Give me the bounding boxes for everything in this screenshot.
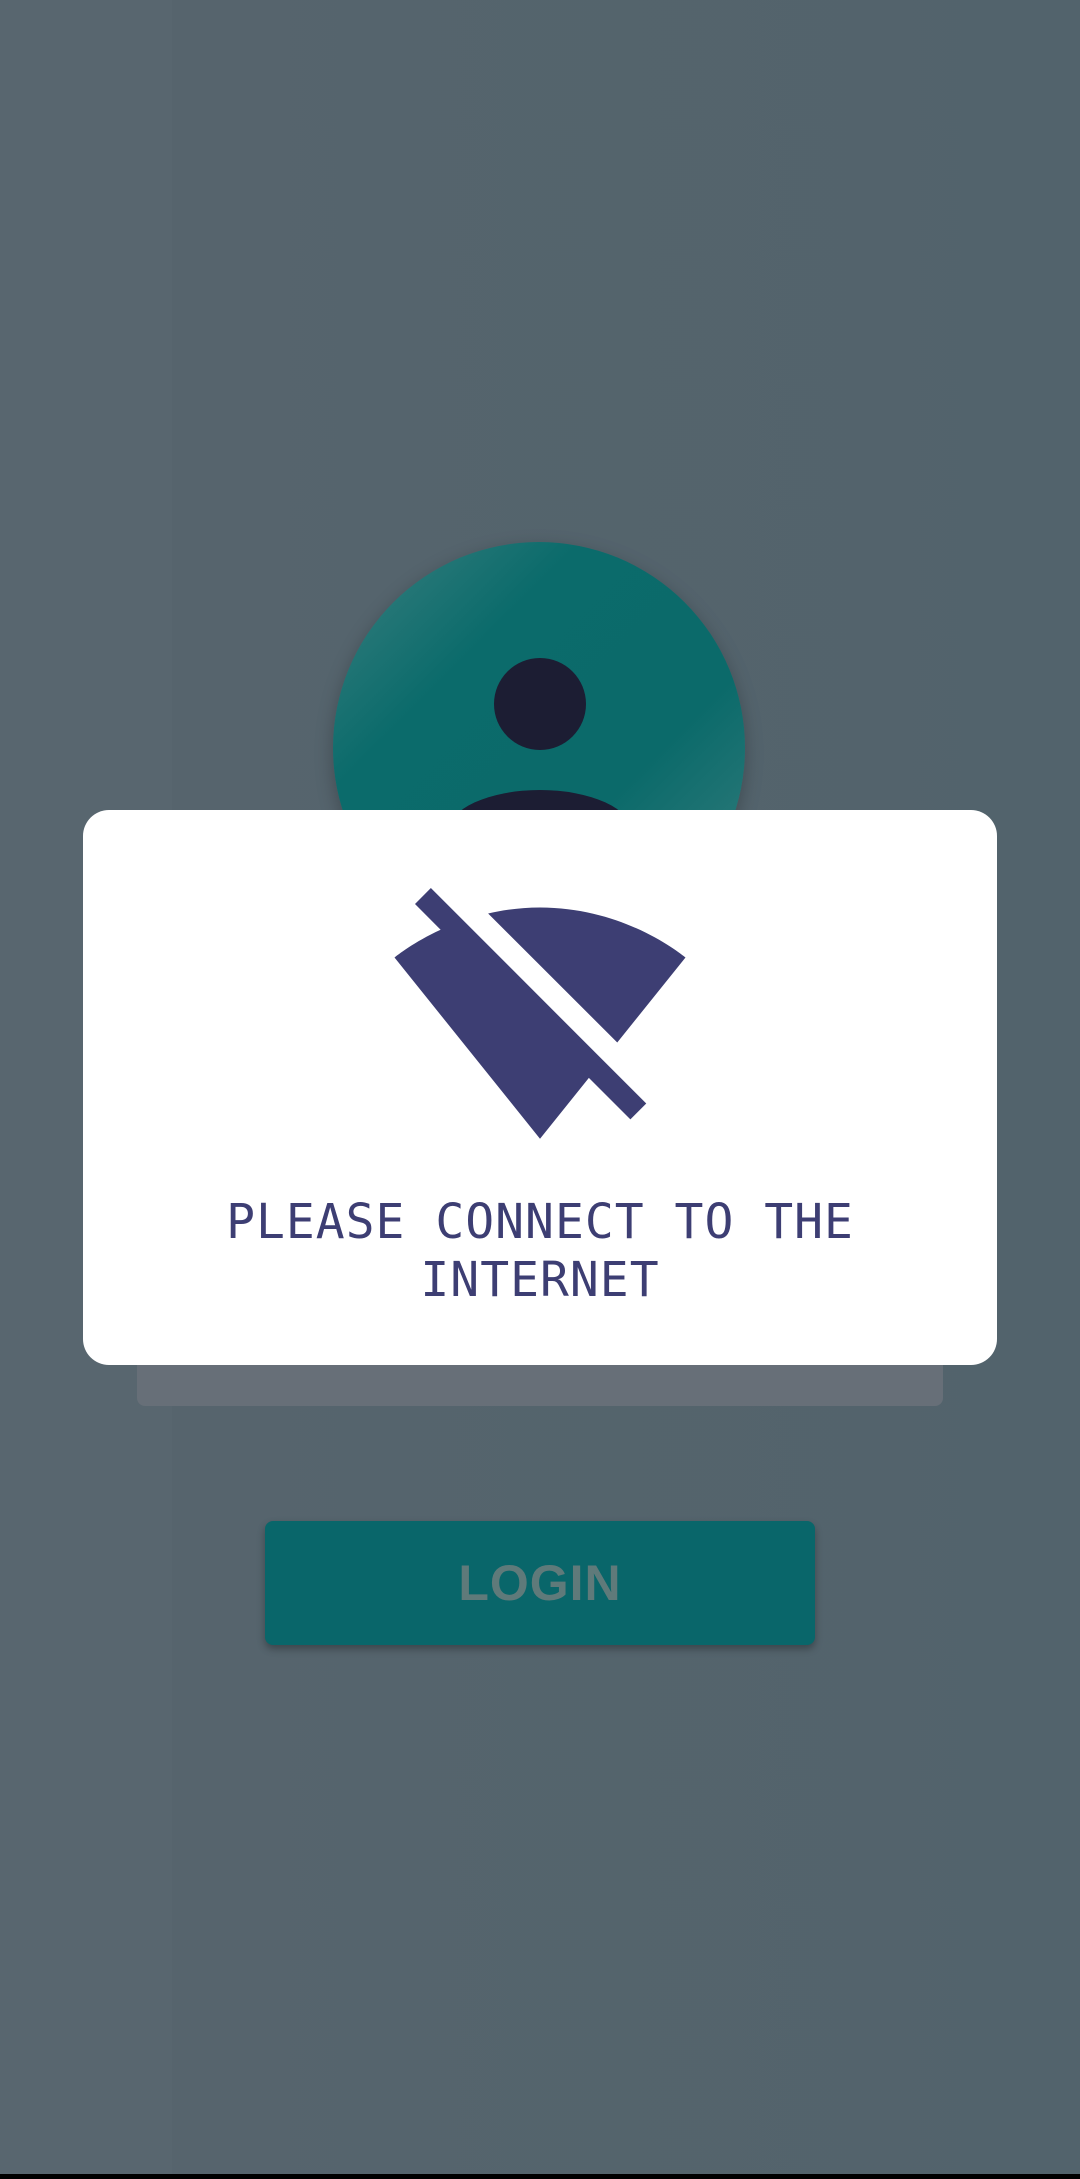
dialog-message: PLEASE CONNECT TO THE INTERNET	[226, 1194, 854, 1308]
login-button[interactable]: LOGIN	[265, 1521, 815, 1645]
no-connection-dialog: PLEASE CONNECT TO THE INTERNET	[83, 810, 997, 1365]
bottom-edge-bar	[0, 2174, 1080, 2179]
wifi-off-icon	[394, 888, 686, 1139]
